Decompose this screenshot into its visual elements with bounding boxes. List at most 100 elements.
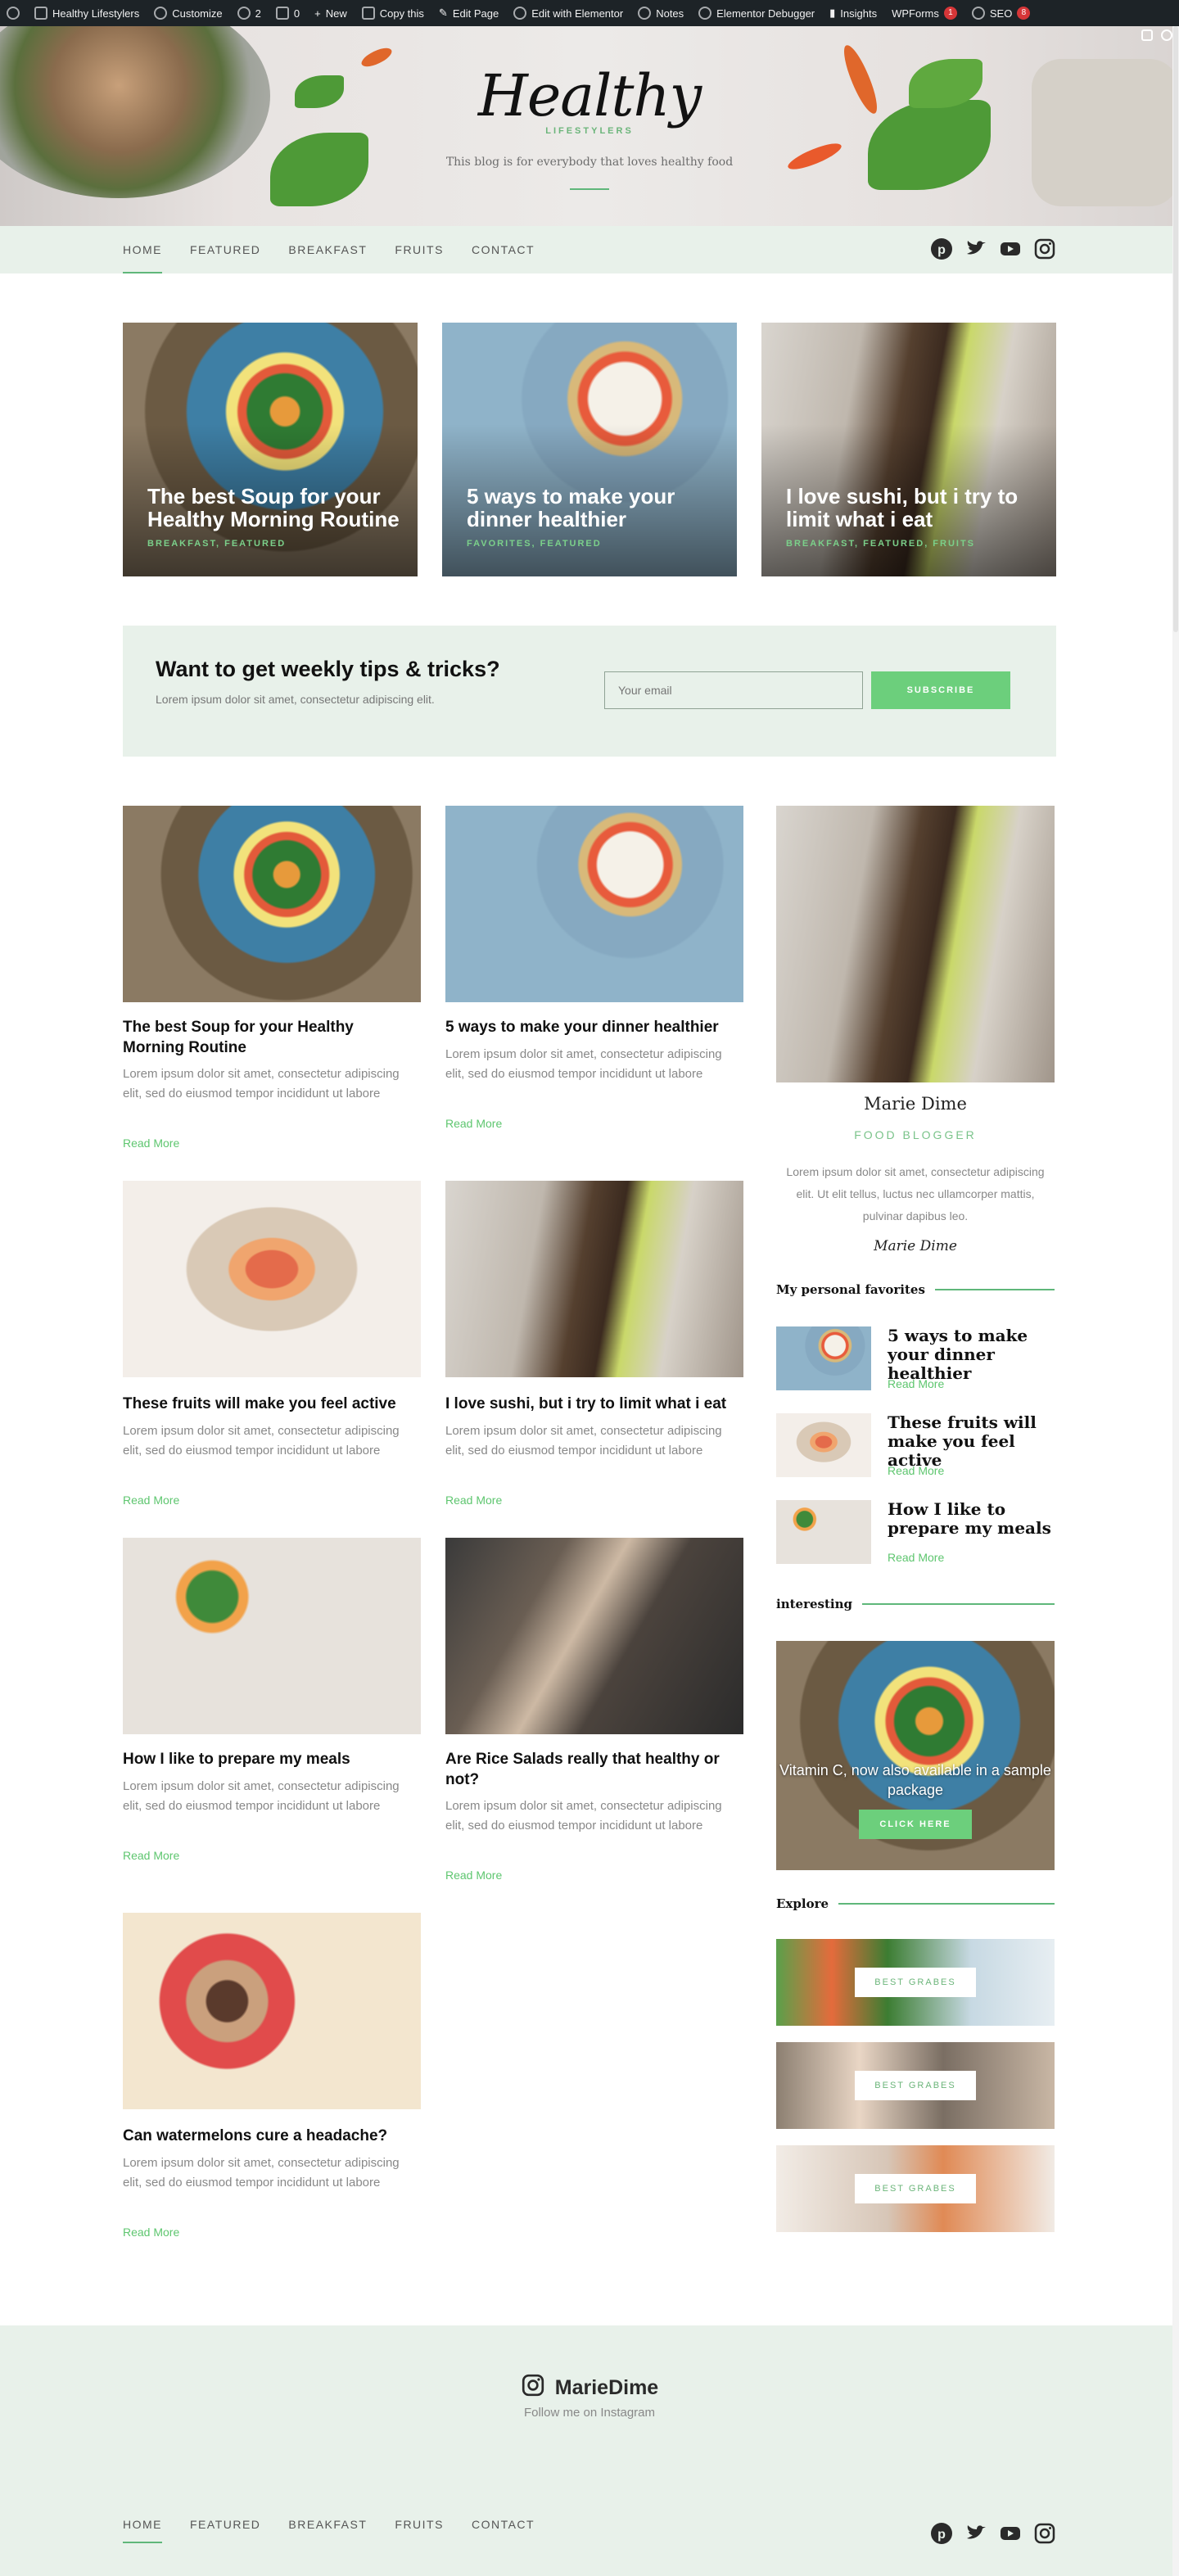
admin-seo[interactable]: SEO 8 [971, 7, 1031, 20]
instagram-icon[interactable] [1033, 2522, 1056, 2545]
featured-card-title[interactable]: The best Soup for your Healthy Morning R… [147, 485, 401, 531]
featured-card-categories[interactable]: BREAKFAST, FEATURED [147, 539, 286, 549]
admin-copy[interactable]: Copy this [361, 7, 424, 20]
post-image[interactable] [123, 1181, 421, 1377]
admin-wpforms[interactable]: WPForms 1 [892, 7, 957, 20]
admin-debugger[interactable]: Elementor Debugger [698, 7, 815, 20]
scrollbar-thumb[interactable] [1173, 26, 1178, 632]
edit-icon[interactable] [1141, 29, 1153, 41]
comment-icon [275, 7, 289, 20]
post-title[interactable]: How I like to prepare my meals [123, 1749, 418, 1769]
post-image[interactable] [445, 806, 743, 1002]
admin-elementor[interactable]: Edit with Elementor [513, 7, 623, 20]
admin-comments[interactable]: 0 [275, 7, 300, 20]
footer-brand[interactable]: MarieDime [0, 2373, 1179, 2403]
admin-customize[interactable]: Customize [154, 7, 223, 20]
favorite-title[interactable]: These fruits will make you feel active [888, 1413, 1059, 1470]
post-title[interactable]: 5 ways to make your dinner healthier [445, 1017, 740, 1037]
instagram-icon[interactable] [1033, 237, 1056, 260]
read-more-link[interactable]: Read More [445, 1117, 502, 1130]
pinterest-icon[interactable]: p [930, 237, 953, 260]
footer-nav-breakfast[interactable]: BREAKFAST [288, 2506, 367, 2543]
featured-card-categories[interactable]: BREAKFAST, FEATURED, FRUITS [786, 539, 975, 549]
admin-notes[interactable]: Notes [638, 7, 684, 20]
youtube-icon[interactable] [999, 237, 1022, 260]
youtube-icon[interactable] [999, 2522, 1022, 2545]
admin-edit-page[interactable]: ✎ Edit Page [439, 7, 499, 20]
site-tagline: This blog is for everybody that loves he… [445, 156, 734, 169]
nav-item-contact[interactable]: CONTACT [472, 226, 535, 273]
author-bio: Lorem ipsum dolor sit amet, consectetur … [786, 1165, 1045, 1222]
featured-card-categories[interactable]: FAVORITES, FEATURED [467, 539, 602, 549]
post-image[interactable] [123, 1913, 421, 2109]
elementor-icon [513, 7, 527, 20]
admin-insights[interactable]: ▮ Insights [829, 7, 877, 20]
best-grabes-button[interactable]: BEST GRABES [855, 1968, 976, 1997]
featured-card[interactable]: I love sushi, but i try to limit what i … [761, 323, 1056, 576]
search-icon[interactable] [1161, 29, 1172, 41]
featured-card[interactable]: The best Soup for your Healthy Morning R… [123, 323, 418, 576]
email-field[interactable] [604, 671, 863, 709]
copy-icon [361, 7, 375, 20]
nav-item-breakfast[interactable]: BREAKFAST [288, 226, 367, 273]
footer-nav-featured[interactable]: FEATURED [190, 2506, 260, 2543]
read-more-link[interactable]: Read More [888, 1377, 944, 1390]
subscribe-button[interactable]: SUBSCRIBE [871, 671, 1010, 709]
footer-menu: HOME FEATURED BREAKFAST FRUITS CONTACT [123, 2506, 535, 2543]
post-image[interactable] [123, 1538, 421, 1734]
best-grabes-button[interactable]: BEST GRABES [855, 2071, 976, 2100]
twitter-icon[interactable] [964, 2522, 987, 2545]
post-image[interactable] [445, 1538, 743, 1734]
footer-nav-home[interactable]: HOME [123, 2506, 162, 2543]
site-logo-subtitle: LIFESTYLERS [545, 126, 634, 136]
featured-card-title[interactable]: 5 ways to make your dinner healthier [467, 485, 720, 531]
click-here-button[interactable]: CLICK HERE [859, 1810, 972, 1839]
nav-item-fruits[interactable]: FRUITS [395, 226, 444, 273]
favorite-thumb[interactable] [776, 1413, 871, 1477]
footer-nav-fruits[interactable]: FRUITS [395, 2506, 444, 2543]
page-scrollbar[interactable] [1172, 26, 1179, 2576]
interesting-heading: interesting [776, 1597, 1055, 1611]
newsletter-heading: Want to get weekly tips & tricks? [156, 657, 500, 681]
wordpress-logo-icon[interactable] [7, 7, 20, 20]
newsletter-box: Want to get weekly tips & tricks? Lorem … [123, 626, 1056, 757]
read-more-link[interactable]: Read More [123, 1494, 179, 1507]
pencil-icon: ✎ [438, 7, 448, 19]
best-grabes-button[interactable]: BEST GRABES [855, 2174, 976, 2203]
post-title[interactable]: Can watermelons cure a headache? [123, 2126, 418, 2146]
featured-card[interactable]: 5 ways to make your dinner healthier FAV… [442, 323, 737, 576]
admin-new[interactable]: + New [314, 7, 347, 20]
post-title[interactable]: Are Rice Salads really that healthy or n… [445, 1749, 740, 1790]
twitter-icon[interactable] [964, 237, 987, 260]
debugger-icon [698, 7, 712, 20]
admin-updates[interactable]: 2 [237, 7, 261, 20]
read-more-link[interactable]: Read More [888, 1551, 944, 1564]
favorite-title[interactable]: 5 ways to make your dinner healthier [888, 1326, 1059, 1383]
post-image[interactable] [123, 806, 421, 1002]
favorite-thumb[interactable] [776, 1326, 871, 1390]
footer-brand-name: MarieDime [554, 2376, 659, 2399]
pinterest-icon[interactable]: p [930, 2522, 953, 2545]
admin-bar: Healthy Lifestylers Customize 2 0 + New C… [0, 0, 1179, 26]
post-title[interactable]: These fruits will make you feel active [123, 1394, 418, 1414]
post-image[interactable] [445, 1181, 743, 1377]
nav-item-featured[interactable]: FEATURED [190, 226, 260, 273]
leaf-decoration [270, 133, 368, 206]
read-more-link[interactable]: Read More [445, 1494, 502, 1507]
post-title[interactable]: The best Soup for your Healthy Morning R… [123, 1017, 418, 1058]
nav-item-home[interactable]: HOME [123, 226, 162, 273]
read-more-link[interactable]: Read More [123, 1137, 179, 1150]
featured-card-title[interactable]: I love sushi, but i try to limit what i … [786, 485, 1040, 531]
favorite-title[interactable]: How I like to prepare my meals [888, 1500, 1059, 1538]
seo-icon [971, 7, 985, 20]
favorite-thumb[interactable] [776, 1500, 871, 1564]
read-more-link[interactable]: Read More [123, 2226, 179, 2239]
footer-nav-contact[interactable]: CONTACT [472, 2506, 535, 2543]
read-more-link[interactable]: Read More [888, 1464, 944, 1477]
read-more-link[interactable]: Read More [123, 1849, 179, 1862]
post-excerpt: Lorem ipsum dolor sit amet, consectetur … [445, 1424, 722, 1457]
post-title[interactable]: I love sushi, but i try to limit what i … [445, 1394, 740, 1414]
site-logo[interactable]: Healthy [0, 62, 1179, 129]
read-more-link[interactable]: Read More [445, 1869, 502, 1882]
admin-site-name[interactable]: Healthy Lifestylers [34, 7, 139, 20]
